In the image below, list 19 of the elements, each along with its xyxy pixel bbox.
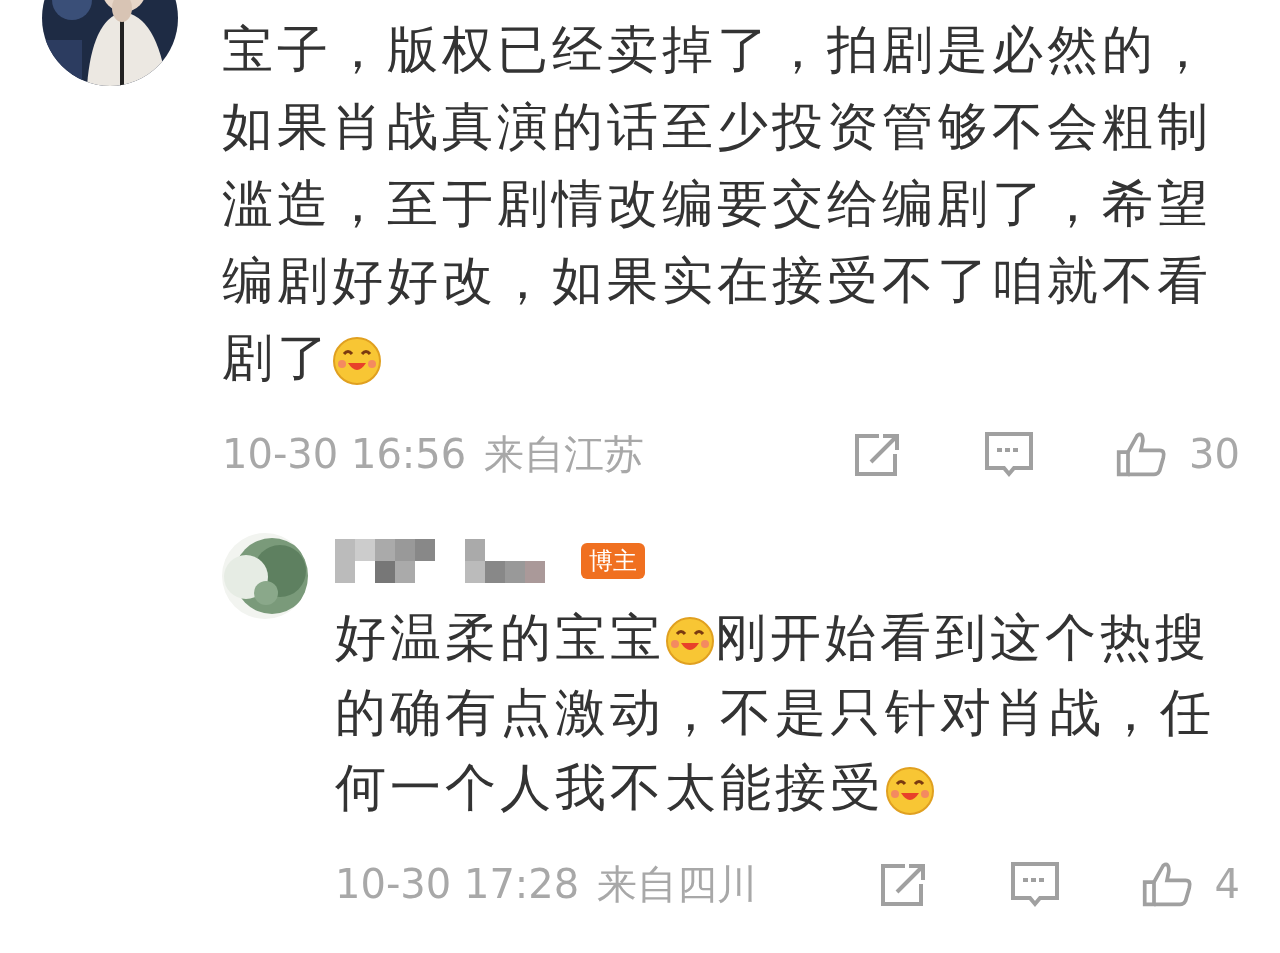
location-text: 来自江苏	[484, 429, 645, 479]
comment-text: 编剧好好改，如果实在接受不了咱就不看	[222, 251, 1212, 310]
comment-text: 滥造，至于剧情改编要交给编剧了，希望	[222, 174, 1212, 233]
comment-text: 剧了	[222, 328, 332, 387]
like-count: 30	[1189, 431, 1240, 477]
emoji-icon	[332, 336, 382, 386]
emoji-icon	[885, 766, 935, 816]
comment-text: 刚开始看到这个热搜	[715, 608, 1210, 667]
comment-text: 何一个人我不太能接受	[335, 758, 885, 817]
comment-text: 好温柔的宝宝	[335, 608, 665, 667]
comment-text: 的确有点激动，不是只针对肖战，任	[335, 683, 1215, 742]
timestamp: 10-30 16:56	[222, 431, 467, 477]
blogger-badge: 博主	[581, 543, 645, 579]
comment-text: 宝子，版权已经卖掉了，拍剧是必然的，	[222, 20, 1212, 79]
emoji-icon	[665, 616, 715, 666]
timestamp: 10-30 17:28	[335, 861, 580, 907]
location-text: 来自四川	[597, 859, 758, 909]
comment-text: 如果肖战真演的话至少投资管够不会粗制	[222, 97, 1212, 156]
like-count: 4	[1214, 861, 1240, 907]
